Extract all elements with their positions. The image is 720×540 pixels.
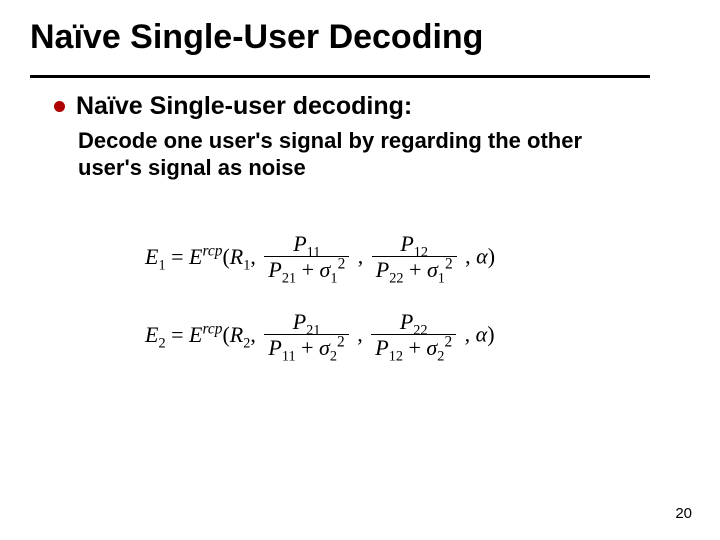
eq2-f2-den-l-sub: 12	[389, 348, 403, 364]
eq1-frac-1: P11 P21 + σ12	[264, 232, 349, 281]
eq1-arg0-var: R	[230, 244, 243, 269]
body-text: Decode one user's signal by regarding th…	[78, 128, 638, 182]
eq2-func-sup: rcp	[202, 320, 222, 337]
eq1-f2-den-r-sub: 1	[438, 270, 445, 286]
title-underline	[30, 75, 650, 78]
slide: Naïve Single-User Decoding Naïve Single-…	[0, 0, 720, 540]
page-number: 20	[675, 505, 692, 522]
eq2-f1-den-r-var: σ	[319, 335, 330, 360]
eq1-lhs-var: E	[145, 244, 158, 269]
equation-1: E1 = Ercp(R1, P11 P21 + σ12 , P12 P22 + …	[145, 232, 495, 281]
eq2-tail-var: α	[476, 322, 488, 347]
eq2-f1-den-l-sub: 11	[282, 348, 296, 364]
eq1-f1-num-var: P	[293, 231, 306, 256]
eq1-func-base: E	[189, 244, 202, 269]
eq2-f1-num-var: P	[293, 309, 306, 334]
eq1-f1-den-l-sub: 21	[282, 270, 296, 286]
eq2-f2-den-r-var: σ	[426, 335, 437, 360]
eq2-arg0-sub: 2	[243, 335, 250, 351]
eq1-f1-den-l-var: P	[268, 257, 281, 282]
eq1-func-sup: rcp	[202, 242, 222, 259]
eq1-tail-var: α	[476, 244, 488, 269]
eq1-frac-2: P12 P22 + σ12	[372, 232, 457, 281]
eq2-f1-den-r-sub: 2	[330, 348, 337, 364]
eq2-frac-1: P21 P11 + σ22	[264, 310, 348, 359]
eq2-frac-2: P22 P12 + σ22	[371, 310, 456, 359]
equation-2: E2 = Ercp(R2, P21 P11 + σ22 , P22 P12 + …	[145, 310, 495, 359]
eq1-f2-den-l-var: P	[376, 257, 389, 282]
bullet-icon	[54, 101, 65, 112]
eq1-lhs-sub: 1	[158, 257, 165, 273]
eq1-f2-num-var: P	[400, 231, 413, 256]
eq2-f2-num-var: P	[400, 309, 413, 334]
eq1-f2-den-r-var: σ	[427, 257, 438, 282]
eq2-f2-den-l-var: P	[375, 335, 388, 360]
eq2-lhs-var: E	[145, 322, 158, 347]
eq1-f1-den-r-var: σ	[320, 257, 331, 282]
bullet-item: Naïve Single-user decoding:	[54, 92, 412, 121]
eq2-arg0-var: R	[230, 322, 243, 347]
eq1-f1-den-r-sub: 1	[330, 270, 337, 286]
eq2-func-base: E	[189, 322, 202, 347]
eq2-f1-den-l-var: P	[268, 335, 281, 360]
bullet-heading: Naïve Single-user decoding:	[76, 92, 412, 121]
eq1-f2-den-l-sub: 22	[389, 270, 403, 286]
eq1-arg0-sub: 1	[243, 257, 250, 273]
slide-title: Naïve Single-User Decoding	[30, 18, 483, 57]
eq2-lhs-sub: 2	[158, 335, 165, 351]
